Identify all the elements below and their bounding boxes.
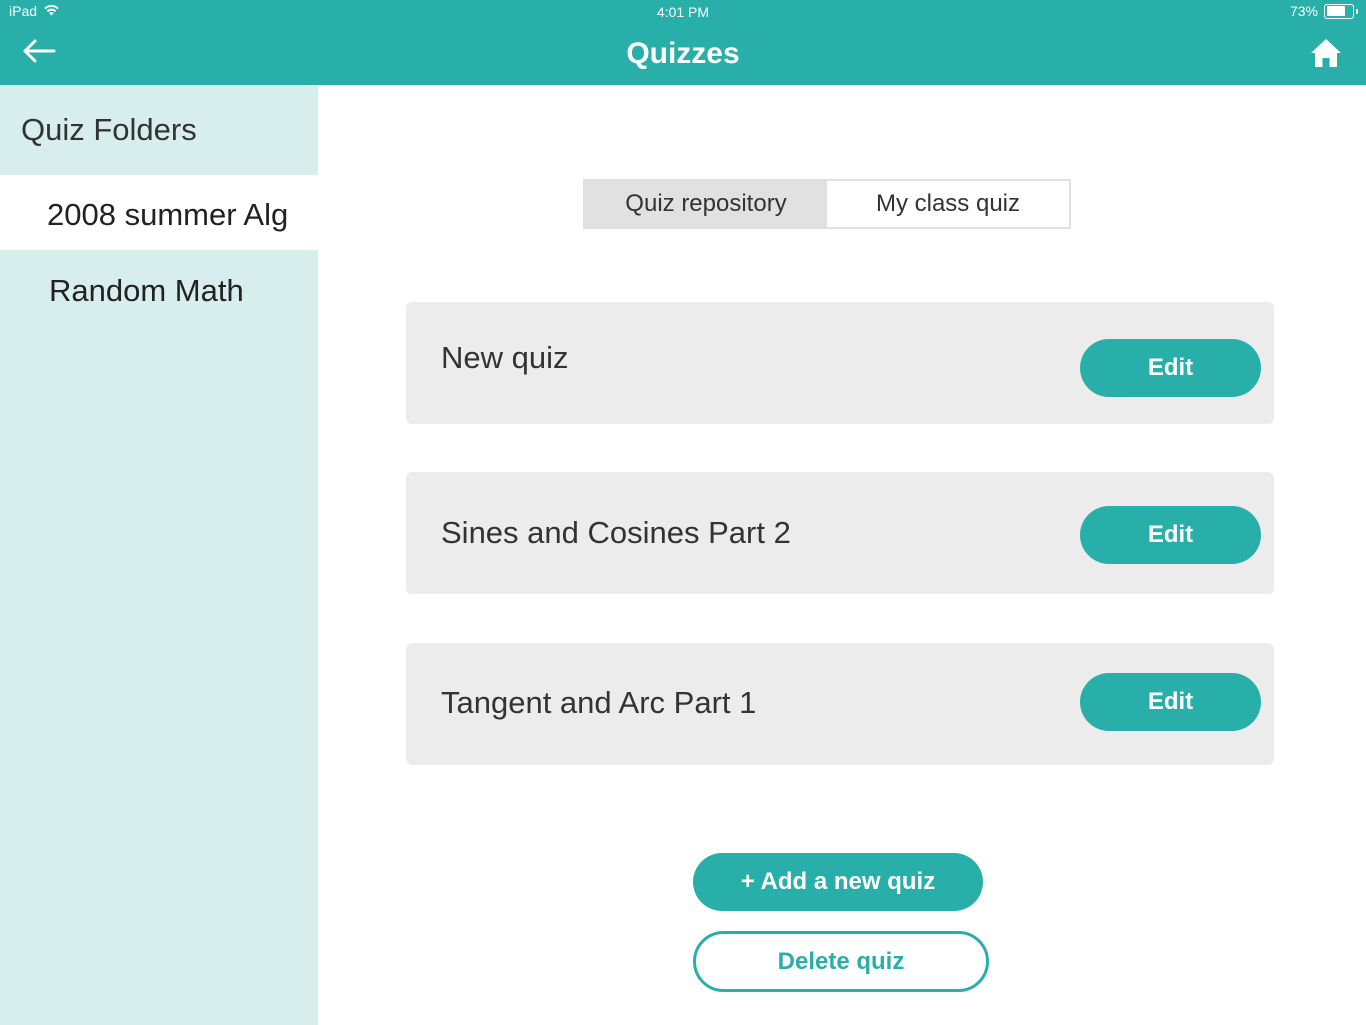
battery-icon: [1324, 3, 1358, 19]
quiz-title: New quiz: [441, 340, 569, 375]
status-right: 73%: [1289, 3, 1358, 19]
sidebar-title: Quiz Folders: [21, 112, 197, 147]
edit-button[interactable]: Edit: [1080, 673, 1261, 731]
status-bar: iPad 4:01 PM 73%: [0, 0, 1366, 24]
quiz-card: Tangent and Arc Part 1 Edit: [406, 643, 1274, 765]
app-header: iPad 4:01 PM 73% Quizzes: [0, 0, 1366, 85]
sidebar: Quiz Folders 2008 summer Alg Random Math: [0, 85, 318, 1025]
quiz-source-segmented-control: Quiz repository My class quiz: [583, 179, 1071, 229]
quiz-card: Sines and Cosines Part 2 Edit: [406, 472, 1274, 594]
quiz-card: New quiz Edit: [406, 302, 1274, 424]
page-title: Quizzes: [626, 37, 740, 70]
home-icon: [1311, 39, 1341, 67]
status-time: 4:01 PM: [656, 4, 710, 20]
sidebar-item-label: 2008 summer Alg: [47, 197, 289, 232]
battery-fill: [1326, 6, 1345, 16]
segment-my-class-quiz[interactable]: My class quiz: [827, 181, 1069, 227]
quiz-title: Tangent and Arc Part 1: [441, 685, 757, 720]
add-quiz-button[interactable]: + Add a new quiz: [693, 853, 983, 911]
segment-quiz-repository[interactable]: Quiz repository: [585, 181, 827, 227]
battery-percent: 73%: [1289, 3, 1318, 19]
edit-button[interactable]: Edit: [1080, 506, 1261, 564]
home-button[interactable]: [1308, 36, 1344, 70]
sidebar-item-random-math[interactable]: Random Math: [0, 251, 318, 326]
delete-quiz-button[interactable]: Delete quiz: [693, 931, 989, 992]
sidebar-item-label: Random Math: [49, 273, 244, 308]
edit-button[interactable]: Edit: [1080, 339, 1261, 397]
sidebar-item-2008-summer-alg[interactable]: 2008 summer Alg: [0, 175, 318, 250]
quiz-title: Sines and Cosines Part 2: [441, 515, 791, 550]
